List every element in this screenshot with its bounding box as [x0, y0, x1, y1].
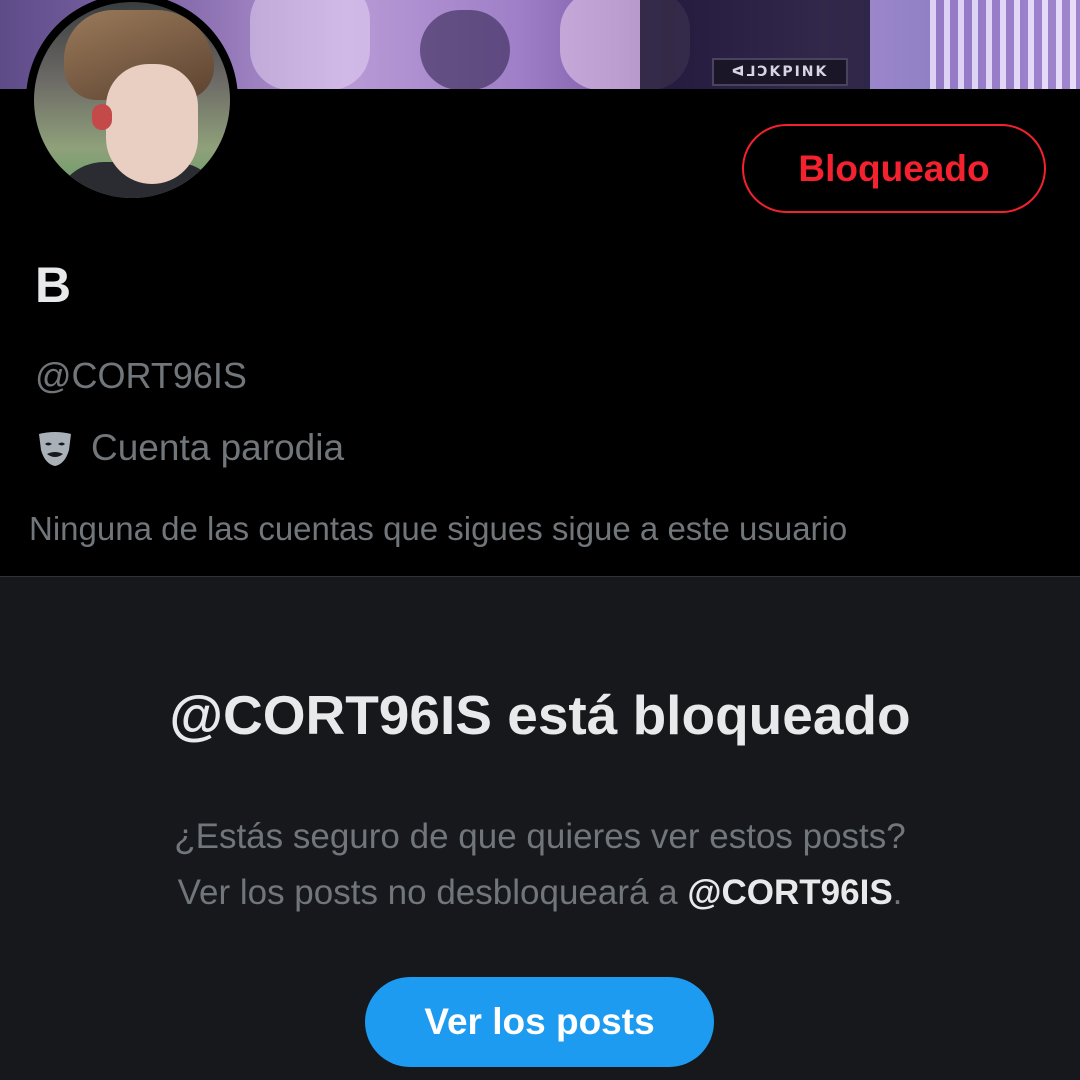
parody-account-label: Cuenta parodia	[35, 427, 344, 469]
blocked-description-line2: Ver los posts no desbloqueará a @CORT96I…	[177, 873, 903, 912]
banner-figure	[250, 0, 370, 89]
display-name: B	[35, 257, 72, 313]
blocked-description: ¿Estás seguro de que quieres ver estos p…	[0, 809, 1080, 921]
banner-shirt-text: ᐊ⅃ƆKPINK	[712, 58, 848, 86]
blocked-button[interactable]: Bloqueado	[742, 124, 1046, 213]
view-posts-button[interactable]: Ver los posts	[365, 977, 714, 1067]
blocked-title: @CORT96IS está bloqueado	[169, 684, 911, 746]
blocked-handle-highlight: @CORT96IS	[687, 873, 893, 912]
profile-page: ᐊ⅃ƆKPINK Bloqueado B @CORT96IS Cuenta pa…	[0, 0, 1080, 1080]
parody-text: Cuenta parodia	[91, 427, 345, 468]
avatar-image	[34, 2, 230, 198]
blocked-description-line1: ¿Estás seguro de que quieres ver estos p…	[174, 817, 906, 856]
theater-mask-icon	[39, 432, 71, 466]
avatar[interactable]	[26, 0, 238, 206]
followers-you-know-note: Ninguna de las cuentas que sigues sigue …	[29, 510, 848, 547]
banner-light-panel	[930, 0, 1080, 89]
blocked-notice-panel: @CORT96IS está bloqueado ¿Estás seguro d…	[0, 576, 1080, 1080]
banner-figure	[420, 10, 510, 89]
profile-handle: @CORT96IS	[35, 355, 247, 396]
